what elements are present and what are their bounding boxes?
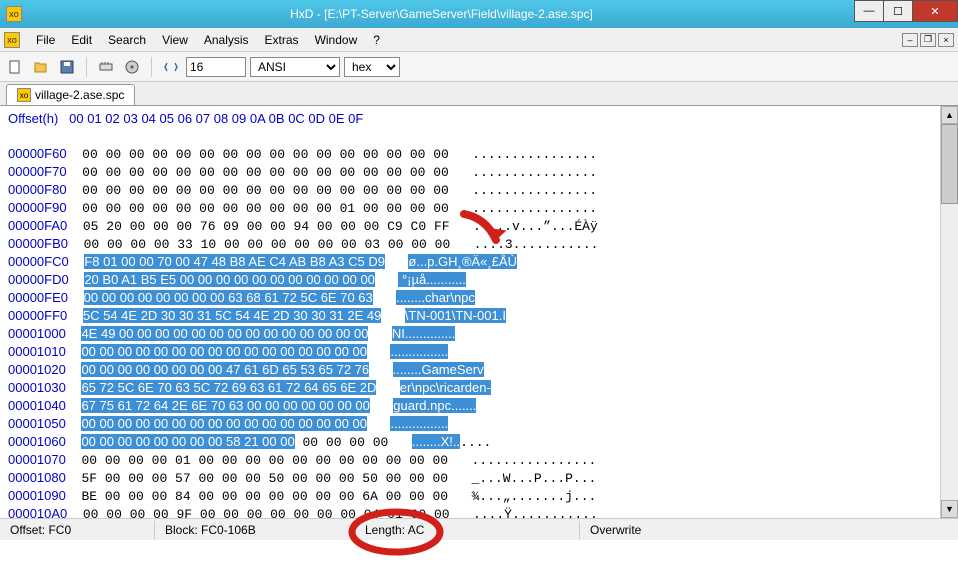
folder-open-icon xyxy=(33,59,49,75)
window-title: HxD - [E:\PT-Server\GameServer\Field\vil… xyxy=(28,7,855,21)
toolbar: ANSI hex xyxy=(0,52,958,82)
app-icon: xo xyxy=(6,6,22,22)
ram-button[interactable] xyxy=(95,56,117,78)
menu-window[interactable]: Window xyxy=(307,31,366,49)
scroll-thumb[interactable] xyxy=(941,124,958,204)
charset-select[interactable]: ANSI xyxy=(250,57,340,77)
file-tab-label: village-2.ase.spc xyxy=(35,88,124,102)
hex-content[interactable]: Offset(h) 00 01 02 03 04 05 06 07 08 09 … xyxy=(0,106,940,518)
disk-icon xyxy=(124,59,140,75)
vertical-scrollbar[interactable]: ▲ ▼ xyxy=(940,106,958,518)
menu-bar: xo File Edit Search View Analysis Extras… xyxy=(0,28,958,52)
close-button[interactable]: ✕ xyxy=(912,0,958,22)
menu-search[interactable]: Search xyxy=(100,31,154,49)
disk-button[interactable] xyxy=(121,56,143,78)
base-select[interactable]: hex xyxy=(344,57,400,77)
status-length: Length: AC xyxy=(355,521,580,539)
mdi-close[interactable]: × xyxy=(938,33,954,47)
hex-editor[interactable]: Offset(h) 00 01 02 03 04 05 06 07 08 09 … xyxy=(0,106,958,518)
menu-file[interactable]: File xyxy=(28,31,63,49)
status-bar: Offset: FC0 Block: FC0-106B Length: AC O… xyxy=(0,518,958,540)
scroll-up-button[interactable]: ▲ xyxy=(941,106,958,124)
ram-icon xyxy=(98,59,114,75)
file-tab[interactable]: xo village-2.ase.spc xyxy=(6,84,135,105)
mdi-restore[interactable]: ❐ xyxy=(920,33,936,47)
menu-help[interactable]: ? xyxy=(365,31,388,49)
menu-edit[interactable]: Edit xyxy=(63,31,100,49)
mdi-minimize[interactable]: – xyxy=(902,33,918,47)
arrows-icon xyxy=(163,59,179,75)
menu-view[interactable]: View xyxy=(154,31,196,49)
app-menu-icon[interactable]: xo xyxy=(4,32,20,48)
open-button[interactable] xyxy=(30,56,52,78)
menu-analysis[interactable]: Analysis xyxy=(196,31,257,49)
window-controls: — ☐ ✕ xyxy=(855,0,958,28)
new-file-icon xyxy=(7,59,23,75)
title-bar: xo HxD - [E:\PT-Server\GameServer\Field\… xyxy=(0,0,958,28)
new-button[interactable] xyxy=(4,56,26,78)
tab-bar: xo village-2.ase.spc xyxy=(0,82,958,106)
status-offset: Offset: FC0 xyxy=(0,521,155,539)
status-block: Block: FC0-106B xyxy=(155,521,355,539)
separator xyxy=(151,57,152,77)
arrows-button[interactable] xyxy=(160,56,182,78)
save-icon xyxy=(59,59,75,75)
maximize-button[interactable]: ☐ xyxy=(883,0,913,22)
menu-extras[interactable]: Extras xyxy=(257,31,307,49)
minimize-button[interactable]: — xyxy=(854,0,884,22)
save-button[interactable] xyxy=(56,56,78,78)
status-mode: Overwrite xyxy=(580,521,958,539)
scroll-down-button[interactable]: ▼ xyxy=(941,500,958,518)
separator xyxy=(86,57,87,77)
mdi-controls: – ❐ × xyxy=(902,33,954,47)
bytes-per-row-input[interactable] xyxy=(186,57,246,77)
file-tab-icon: xo xyxy=(17,88,31,102)
